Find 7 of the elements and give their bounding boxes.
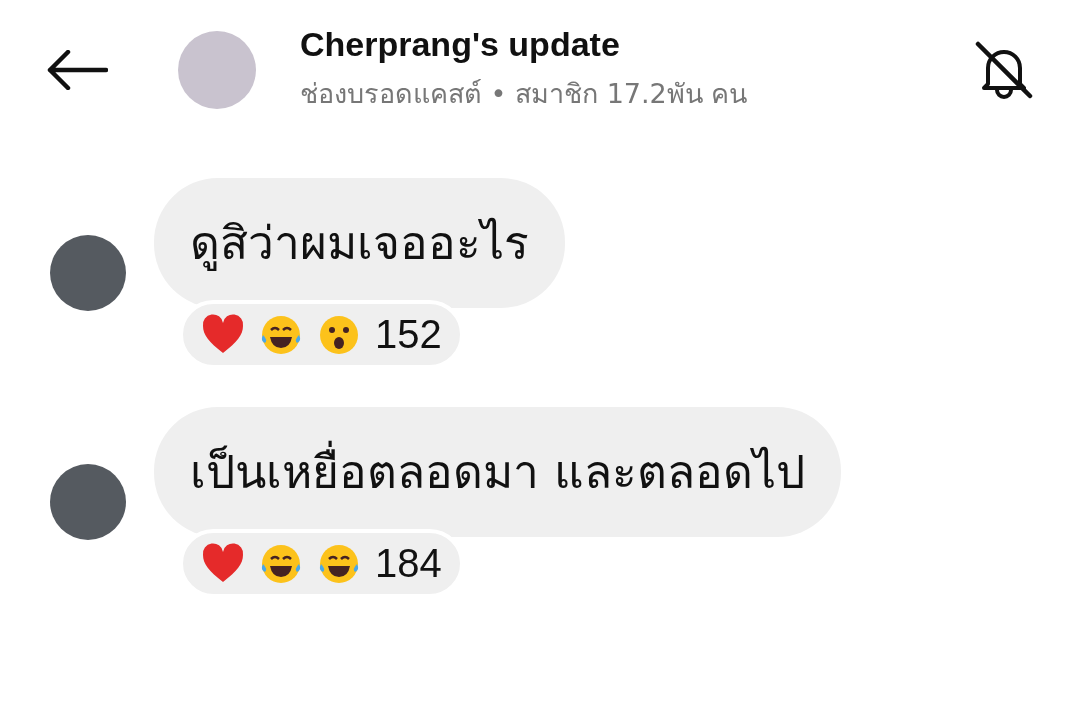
channel-subtitle: ช่องบรอดแคสต์ • สมาชิก 17.2พัน คน [300, 77, 749, 111]
reaction-count: 152 [375, 312, 442, 357]
reaction-count: 184 [375, 541, 442, 586]
message-bubble: ดูสิว่าผมเจออะไร [154, 178, 565, 308]
channel-title: Cherprang's update [300, 25, 621, 64]
message-bubble: เป็นเหยื่อตลอดมา และตลอดไป [154, 407, 841, 537]
back-arrow-icon [46, 50, 108, 90]
